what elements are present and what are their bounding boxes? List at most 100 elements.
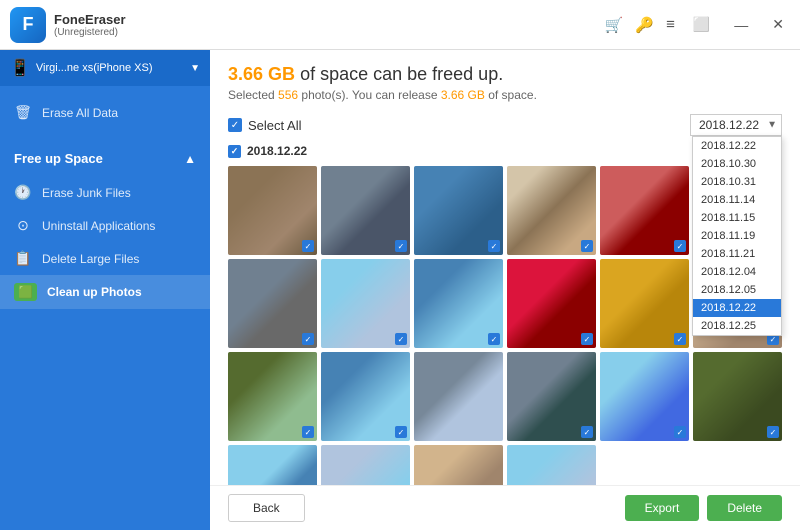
restore-icon[interactable]: ⬜ [687, 14, 716, 35]
photo-thumb-14[interactable]: ✓ [321, 352, 410, 441]
photo-check-18[interactable]: ✓ [767, 426, 779, 438]
dropdown-item-1[interactable]: 2018.10.30 [693, 155, 781, 173]
photo-check-8[interactable]: ✓ [395, 333, 407, 345]
app-status: (Unregistered) [54, 27, 126, 38]
subtitle-prefix: Selected [228, 88, 278, 102]
date-dropdown-button[interactable]: 2018.12.22 ▼ [690, 114, 782, 136]
sidebar-subsection: 🕐 Erase Junk Files ⊙ Uninstall Applicati… [0, 174, 210, 311]
space-text-after: of space can be freed up. [300, 64, 503, 84]
content-area: 3.66 GB of space can be freed up. Select… [210, 50, 800, 530]
dropdown-item-6[interactable]: 2018.11.21 [693, 245, 781, 263]
date-group-checkbox[interactable]: ✓ [228, 145, 241, 158]
photo-check-10[interactable]: ✓ [581, 333, 593, 345]
photo-thumb-9[interactable]: ✓ [414, 259, 503, 348]
subtitle-suffix: of space. [485, 88, 537, 102]
toolbar: ✓ Select All 2018.12.22 ▼ 2018.12.22 201… [210, 110, 800, 144]
photo-thumb-7[interactable]: ✓ [228, 259, 317, 348]
dropdown-item-7[interactable]: 2018.12.04 [693, 263, 781, 281]
photo-check-5[interactable]: ✓ [674, 240, 686, 252]
main-layout: 📱 Virgi...ne xs(iPhone XS) ▼ 🗑 Erase All… [0, 50, 800, 530]
sidebar: 📱 Virgi...ne xs(iPhone XS) ▼ 🗑 Erase All… [0, 50, 210, 530]
photo-thumb-22[interactable]: ✓ [507, 445, 596, 485]
free-up-space-title: Free up Space [14, 151, 103, 166]
photo-check-9[interactable]: ✓ [488, 333, 500, 345]
photo-thumb-17[interactable]: ✓ [600, 352, 689, 441]
selected-count: 556 [278, 88, 298, 102]
erase-junk-label: Erase Junk Files [42, 186, 131, 200]
photo-thumb-1[interactable]: ✓ [228, 166, 317, 255]
photo-thumb-5[interactable]: ✓ [600, 166, 689, 255]
checkbox-icon: ✓ [228, 118, 242, 132]
photo-thumb-2[interactable]: ✓ [321, 166, 410, 255]
dropdown-item-9[interactable]: 2018.12.22 [693, 299, 781, 317]
free-up-space-section: Free up Space ▲ 🕐 Erase Junk Files ⊙ Uni… [0, 133, 210, 311]
photo-check-16[interactable]: ✓ [581, 426, 593, 438]
delete-button[interactable]: Delete [707, 495, 782, 521]
title-bar: F FoneEraser (Unregistered) 🛒 🔑 ≡ ⬜ — ✕ [0, 0, 800, 50]
date-dropdown-wrapper: 2018.12.22 ▼ 2018.12.22 2018.10.30 2018.… [690, 114, 782, 136]
minimize-icon[interactable]: — [728, 15, 754, 35]
dropdown-item-10[interactable]: 2018.12.25 [693, 317, 781, 335]
app-name: FoneEraser [54, 12, 126, 27]
clean-photos-icon: 🟩 [14, 283, 37, 301]
key-icon[interactable]: 🔑 [635, 16, 654, 34]
dropdown-item-4[interactable]: 2018.11.15 [693, 209, 781, 227]
export-button[interactable]: Export [625, 495, 700, 521]
photo-check-3[interactable]: ✓ [488, 240, 500, 252]
dropdown-item-0[interactable]: 2018.12.22 [693, 137, 781, 155]
photo-thumb-13[interactable]: ✓ [228, 352, 317, 441]
release-amount: 3.66 GB [441, 88, 485, 102]
device-selector[interactable]: 📱 Virgi...ne xs(iPhone XS) ▼ [0, 50, 210, 86]
photo-thumb-19[interactable]: ✓ [228, 445, 317, 485]
device-icon: 📱 [10, 58, 30, 78]
photo-check-2[interactable]: ✓ [395, 240, 407, 252]
sidebar-item-erase-all[interactable]: 🗑 Erase All Data [0, 96, 210, 129]
subtitle-mid: photo(s). You can release [298, 88, 441, 102]
photo-thumb-18[interactable]: ✓ [693, 352, 782, 441]
photo-thumb-4[interactable]: ✓ [507, 166, 596, 255]
date-group-label: 2018.12.22 [247, 144, 307, 158]
sidebar-item-delete-large[interactable]: 📋 Delete Large Files [0, 242, 210, 275]
photo-check-7[interactable]: ✓ [302, 333, 314, 345]
select-all-checkbox[interactable]: ✓ Select All [228, 118, 301, 133]
photo-check-14[interactable]: ✓ [395, 426, 407, 438]
space-amount: 3.66 GB [228, 64, 295, 84]
dropdown-item-3[interactable]: 2018.11.14 [693, 191, 781, 209]
content-header: 3.66 GB of space can be freed up. Select… [210, 50, 800, 110]
sidebar-item-erase-junk[interactable]: 🕐 Erase Junk Files [0, 176, 210, 209]
cart-icon[interactable]: 🛒 [605, 16, 624, 34]
titlebar-actions: 🛒 🔑 ≡ ⬜ — ✕ [605, 14, 790, 35]
device-arrow-icon: ▼ [190, 63, 200, 74]
menu-icon[interactable]: ≡ [666, 16, 675, 33]
back-button[interactable]: Back [228, 494, 305, 522]
select-all-label: Select All [248, 118, 301, 133]
photo-thumb-16[interactable]: ✓ [507, 352, 596, 441]
large-files-icon: 📋 [14, 250, 32, 267]
junk-icon: 🕐 [14, 184, 32, 201]
dropdown-item-2[interactable]: 2018.10.31 [693, 173, 781, 191]
photo-thumb-10[interactable]: ✓ [507, 259, 596, 348]
photo-check-11[interactable]: ✓ [674, 333, 686, 345]
dropdown-item-8[interactable]: 2018.12.05 [693, 281, 781, 299]
photo-check-1[interactable]: ✓ [302, 240, 314, 252]
photo-thumb-21[interactable]: ✓ [414, 445, 503, 485]
close-icon[interactable]: ✕ [766, 14, 790, 35]
delete-large-label: Delete Large Files [42, 252, 139, 266]
space-title: 3.66 GB of space can be freed up. [228, 64, 782, 85]
photo-thumb-15[interactable] [414, 352, 503, 441]
photo-thumb-11[interactable]: ✓ [600, 259, 689, 348]
sidebar-item-uninstall-apps[interactable]: ⊙ Uninstall Applications [0, 209, 210, 242]
date-dropdown-value: 2018.12.22 [699, 118, 759, 132]
sidebar-item-clean-photos[interactable]: 🟩 Clean up Photos [0, 275, 210, 309]
photo-thumb-20[interactable]: ✓ [321, 445, 410, 485]
dropdown-item-5[interactable]: 2018.11.19 [693, 227, 781, 245]
photo-thumb-8[interactable]: ✓ [321, 259, 410, 348]
photo-check-17[interactable]: ✓ [674, 426, 686, 438]
uninstall-icon: ⊙ [14, 217, 32, 234]
photo-check-4[interactable]: ✓ [581, 240, 593, 252]
erase-all-label: Erase All Data [42, 106, 118, 120]
photo-check-13[interactable]: ✓ [302, 426, 314, 438]
collapse-icon[interactable]: ▲ [184, 152, 196, 166]
photo-thumb-3[interactable]: ✓ [414, 166, 503, 255]
erase-all-icon: 🗑 [14, 104, 32, 121]
